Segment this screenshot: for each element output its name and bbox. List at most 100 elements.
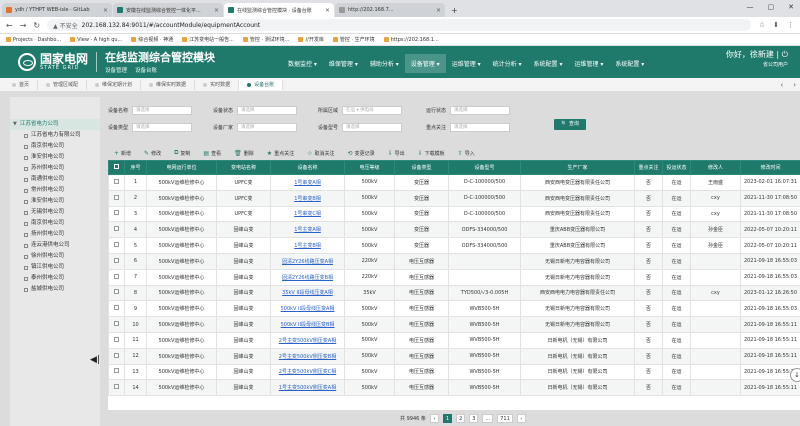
nav-item[interactable]: 运维管理 ▾ bbox=[446, 54, 487, 73]
filter-select[interactable]: 在运 ▾ 供电局 bbox=[342, 106, 403, 115]
browser-menu-icon[interactable]: ⋮ bbox=[787, 21, 794, 29]
page-tab[interactable]: 首页 bbox=[4, 79, 39, 90]
table-row[interactable]: 8 500kV运维检修中心 固峰山变 35kV II段母线压变A相 35kV 电压互感器 T… bbox=[108, 284, 800, 302]
equipment-name-link[interactable]: 1号主变A相 bbox=[270, 221, 345, 239]
tree-item[interactable]: 南通供电公司 bbox=[10, 174, 100, 185]
bookmark-item[interactable]: Projects · Dashbo... bbox=[6, 36, 61, 43]
toolbar-button[interactable]: ⧉ 复制 bbox=[174, 149, 190, 157]
tree-item[interactable]: 镇江供电公司 bbox=[10, 262, 100, 273]
nav-item[interactable]: 系统配置 ▾ bbox=[528, 54, 569, 73]
row-checkbox[interactable] bbox=[114, 368, 119, 374]
browser-tab[interactable]: 在线监测综合管控模块 · 设备台账 × bbox=[224, 3, 334, 17]
row-checkbox-cell[interactable] bbox=[108, 347, 125, 365]
page-button[interactable]: 711 bbox=[497, 414, 513, 423]
close-window-icon[interactable]: ✕ bbox=[788, 3, 794, 11]
row-checkbox-cell[interactable] bbox=[108, 189, 125, 207]
page-button[interactable]: ... bbox=[482, 414, 494, 423]
toolbar-button[interactable]: ☆ 取消关注 bbox=[307, 150, 334, 157]
table-row[interactable]: 2 500kV运维检修中心 UPFC变 1号串变B相 500kV 变压器 D-C-10000… bbox=[108, 189, 800, 207]
equipment-name-link[interactable]: 1号主变B相 bbox=[270, 237, 345, 254]
bookmark-item[interactable]: 综合视频 · 神通 bbox=[131, 36, 173, 43]
breadcrumb-item[interactable]: 设备管理 bbox=[105, 66, 127, 74]
row-checkbox-cell[interactable] bbox=[108, 363, 125, 381]
page-button[interactable]: 3 bbox=[469, 414, 479, 423]
page-tab[interactable]: 维保实时数据 bbox=[141, 79, 196, 90]
tab-close-icon[interactable]: × bbox=[325, 7, 330, 14]
nav-item[interactable]: 系统配置 ▾ bbox=[609, 54, 650, 73]
equipment-name-link[interactable]: 500kV II段母线压变B相 bbox=[270, 316, 345, 333]
table-row[interactable]: 11 500kV运维检修中心 固峰山变 2号主变500kV侧压变A相 500kV 电压互感… bbox=[108, 331, 800, 349]
new-tab-button[interactable]: + bbox=[451, 6, 458, 15]
tree-item[interactable]: 南京供电公司 bbox=[10, 141, 100, 152]
table-row[interactable]: 7 500kV运维检修中心 固峰山变 固清2Y26线路压变B相 220kV 电压互感器 无锡… bbox=[108, 268, 800, 286]
toolbar-button[interactable]: + 新增 bbox=[114, 150, 131, 157]
equipment-name-link[interactable]: 2号主变500kV侧压变A相 bbox=[270, 331, 345, 349]
equipment-name-link[interactable]: 35kV II段母线压变A相 bbox=[270, 284, 345, 302]
query-button[interactable]: 🔍 查询 bbox=[554, 119, 586, 130]
tree-item[interactable]: 无锡供电公司 bbox=[10, 207, 100, 218]
filter-select[interactable]: 请选择 bbox=[450, 106, 511, 115]
nav-item[interactable]: 统计分析 ▾ bbox=[487, 54, 528, 73]
toolbar-button[interactable]: ⇩ 导出 bbox=[388, 150, 405, 157]
tree-item[interactable]: 连云港供电公司 bbox=[10, 240, 100, 251]
bookmark-item[interactable]: //开发库 bbox=[298, 36, 324, 43]
expand-icon[interactable]: ▼ bbox=[13, 119, 17, 130]
row-checkbox[interactable] bbox=[114, 321, 119, 327]
bookmark-item[interactable]: 管控 · 测试环境... bbox=[242, 36, 289, 43]
bookmark-item[interactable]: 江苏变电站一般告... bbox=[182, 36, 234, 43]
equipment-name-link[interactable]: 固清2Y26线路压变B相 bbox=[270, 268, 345, 286]
row-checkbox-cell[interactable] bbox=[108, 221, 125, 239]
tabs-prev-icon[interactable]: ‹ bbox=[780, 81, 783, 89]
tree-item[interactable]: 盐城供电公司 bbox=[10, 284, 100, 295]
table-row[interactable]: 3 500kV运维检修中心 UPFC变 1号串变C相 500kV 变压器 D-C-10000… bbox=[108, 205, 800, 223]
row-checkbox[interactable] bbox=[114, 384, 119, 390]
page-tab[interactable]: 实时数据 bbox=[195, 79, 240, 90]
tree-item[interactable]: 淮安供电公司 bbox=[10, 152, 100, 163]
toolbar-button[interactable]: ▤ 查看 bbox=[203, 150, 221, 157]
nav-item[interactable]: 运维管理 ▾ bbox=[568, 54, 609, 73]
filter-select[interactable]: 请选择 bbox=[237, 123, 298, 132]
filter-select[interactable]: 请选择 bbox=[450, 123, 511, 132]
select-all-checkbox[interactable] bbox=[114, 164, 119, 169]
tree-item[interactable]: 江苏省电力有限公司 bbox=[10, 130, 100, 141]
url-input[interactable]: ▲ 不安全 202.168.132.84:9011/#/accountModul… bbox=[47, 19, 751, 31]
reload-icon[interactable]: ↻ bbox=[33, 21, 40, 30]
table-row[interactable]: 10 500kV运维检修中心 固峰山变 500kV II段母线压变B相 500kV 电压互… bbox=[108, 316, 800, 333]
row-checkbox[interactable] bbox=[114, 210, 119, 216]
row-checkbox[interactable] bbox=[114, 226, 119, 232]
toolbar-button[interactable]: ★ 重点关注 bbox=[267, 150, 294, 157]
tree-root[interactable]: ▼ 江苏省电力公司 bbox=[10, 119, 100, 130]
tab-close-icon[interactable]: × bbox=[214, 7, 219, 14]
row-checkbox-cell[interactable] bbox=[108, 316, 125, 333]
browser-tab[interactable]: http://202.168.7... × bbox=[335, 3, 445, 17]
row-checkbox-cell[interactable] bbox=[108, 252, 125, 270]
equipment-name-link[interactable]: 固清2Y26线路压变A相 bbox=[270, 252, 345, 270]
row-checkbox[interactable] bbox=[114, 305, 119, 311]
equipment-name-link[interactable]: 1号串变B相 bbox=[270, 189, 345, 207]
row-checkbox-cell[interactable] bbox=[108, 331, 125, 349]
row-checkbox-cell[interactable] bbox=[108, 268, 125, 286]
table-row[interactable]: 4 500kV运维检修中心 固峰山变 1号主变A相 500kV 变压器 ODFS-33400… bbox=[108, 221, 800, 239]
browser-tab[interactable]: ydh / YTHPT WEB-isle · GitLab × bbox=[2, 3, 112, 17]
prev-page-button[interactable]: ‹ bbox=[429, 414, 439, 423]
browser-tab[interactable]: 安徽在线监测综合管控一体化平... × bbox=[113, 3, 223, 17]
row-checkbox-cell[interactable] bbox=[108, 379, 125, 397]
filter-select[interactable]: 请选择 bbox=[132, 106, 193, 115]
bookmark-item[interactable]: View · A high qu... bbox=[70, 36, 122, 43]
equipment-name-link[interactable]: 2号主变500kV侧压变C相 bbox=[270, 363, 345, 381]
tab-close-icon[interactable]: × bbox=[436, 7, 441, 14]
row-checkbox[interactable] bbox=[114, 273, 119, 279]
row-checkbox[interactable] bbox=[114, 336, 119, 342]
row-checkbox-cell[interactable] bbox=[108, 300, 125, 318]
row-checkbox[interactable] bbox=[114, 242, 119, 248]
table-row[interactable]: 1 500kV运维检修中心 UPFC变 1号串变A相 500kV 变压器 D-C-10000… bbox=[108, 174, 800, 191]
toolbar-button[interactable]: ⇩ 下载模板 bbox=[418, 150, 445, 157]
table-row[interactable]: 13 500kV运维检修中心 固峰山变 2号主变500kV侧压变C相 500kV 电压互感… bbox=[108, 363, 800, 381]
download-icon[interactable]: ⬇ bbox=[773, 21, 779, 29]
collapse-sidebar-icon[interactable]: ◀| bbox=[90, 355, 100, 365]
filter-select[interactable]: 请选择 bbox=[132, 123, 193, 132]
bookmark-item[interactable]: 管控 · 生产环境 bbox=[332, 36, 375, 43]
forward-icon[interactable]: → bbox=[20, 21, 27, 30]
row-checkbox-cell[interactable] bbox=[108, 205, 125, 223]
nav-item[interactable]: 维保管理 ▾ bbox=[323, 54, 364, 73]
